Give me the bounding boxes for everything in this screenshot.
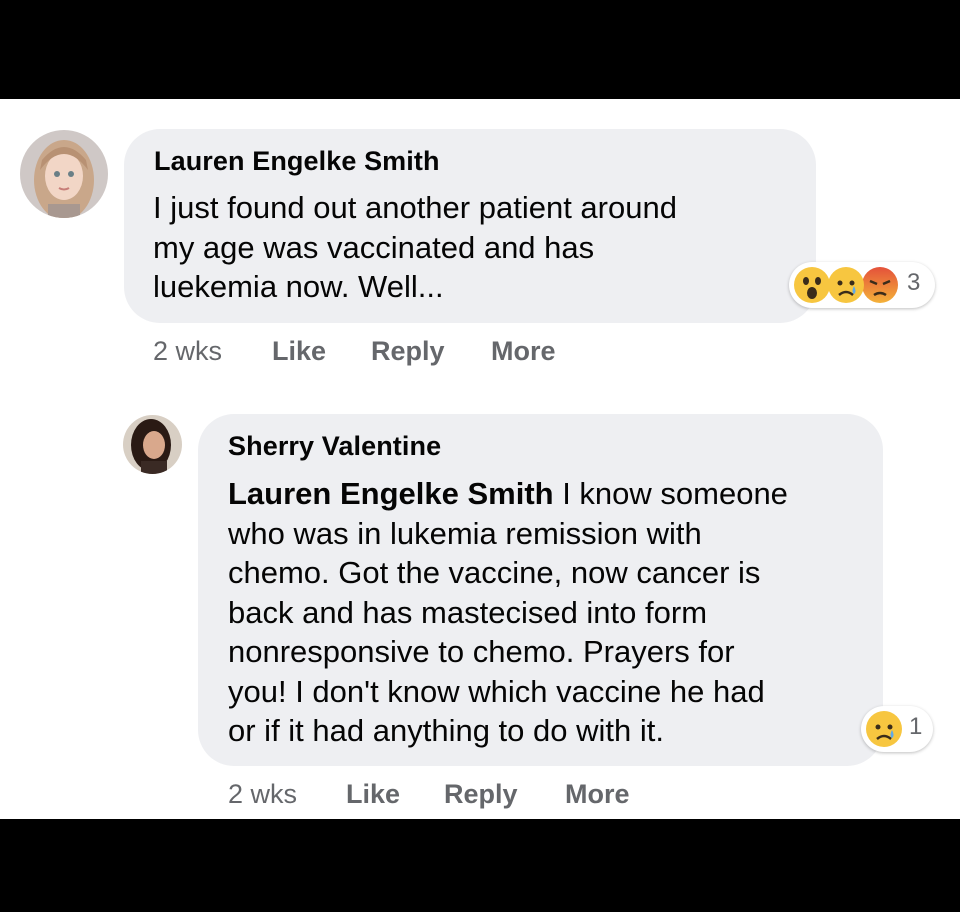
comment-bubble: Lauren Engelke Smith I just found out an… <box>124 129 816 323</box>
like-button[interactable]: Like <box>272 336 326 367</box>
comment-bubble: Sherry Valentine Lauren Engelke Smith I … <box>198 414 883 766</box>
comment-author[interactable]: Sherry Valentine <box>228 431 441 462</box>
avatar[interactable] <box>20 130 108 218</box>
mention-link[interactable]: Lauren Engelke Smith <box>228 476 554 511</box>
bottom-black-bar <box>0 819 960 912</box>
comment-text-body: I know someone who was in lukemia remiss… <box>228 476 788 748</box>
reaction-summary[interactable]: 1 <box>861 706 933 752</box>
sad-icon <box>827 266 865 304</box>
angry-icon <box>861 266 899 304</box>
timestamp[interactable]: 2 wks <box>228 779 297 810</box>
sad-icon <box>865 710 903 748</box>
comment-text: I just found out another patient around … <box>153 190 677 304</box>
top-black-bar <box>0 0 960 99</box>
reaction-count: 3 <box>907 269 921 296</box>
more-button[interactable]: More <box>491 336 556 367</box>
avatar[interactable] <box>123 415 182 474</box>
reaction-summary[interactable]: 3 <box>789 262 935 308</box>
comment-text: Lauren Engelke Smith I know someone who … <box>228 474 788 751</box>
like-button[interactable]: Like <box>346 779 400 810</box>
comment-thread: Lauren Engelke Smith I just found out an… <box>0 99 960 819</box>
reply-button[interactable]: Reply <box>371 336 445 367</box>
reaction-count: 1 <box>909 713 923 740</box>
comment-author[interactable]: Lauren Engelke Smith <box>154 146 440 177</box>
more-button[interactable]: More <box>565 779 630 810</box>
reply-button[interactable]: Reply <box>444 779 518 810</box>
timestamp[interactable]: 2 wks <box>153 336 222 367</box>
wow-icon <box>793 266 831 304</box>
